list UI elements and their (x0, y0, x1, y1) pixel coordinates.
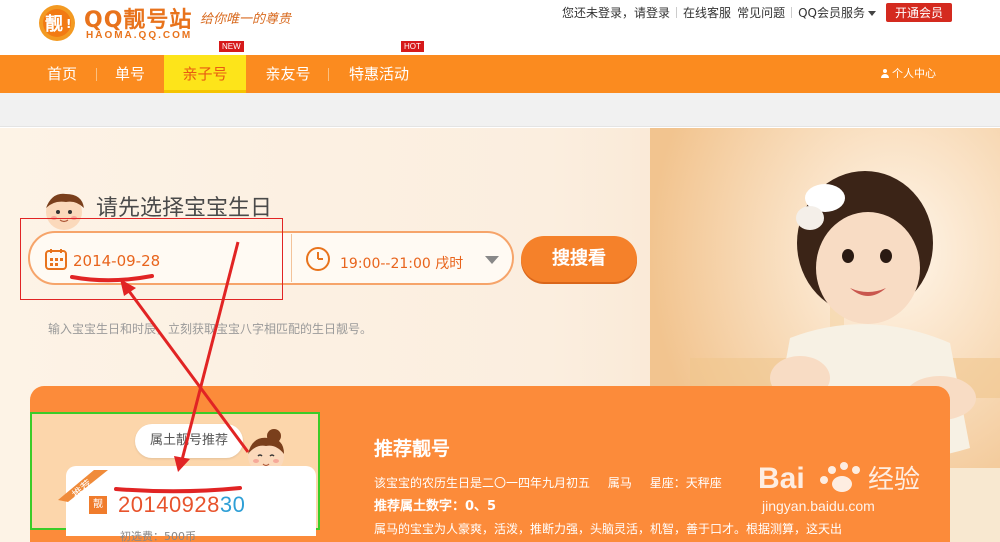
nav-item-family-friends[interactable]: 亲友号 (252, 55, 324, 93)
customer-service-link[interactable]: 在线客服 (683, 4, 731, 21)
liang-badge: 靓 (89, 496, 107, 514)
nav-item-home[interactable]: 首页 (30, 55, 94, 93)
recommend-speech-bubble: 属土靓号推荐 (135, 424, 243, 458)
watermark-url: jingyan.baidu.com (762, 498, 875, 514)
search-button[interactable]: 搜搜看 (521, 236, 637, 282)
selection-fee: 初选费：500币 (120, 530, 196, 542)
user-icon (881, 69, 889, 78)
birthday-info-line: 该宝宝的农历生日是二〇一四年九月初五 属马 星座：天秤座 (374, 474, 722, 491)
logo-domain: HAOMA.QQ.COM (86, 30, 193, 41)
vip-service-label: QQ会员服务 (798, 6, 865, 20)
login-link[interactable]: 您还未登录，请登录 (562, 4, 670, 21)
divider (676, 7, 678, 18)
new-badge: NEW (219, 41, 244, 52)
open-vip-button[interactable]: 开通会员 (885, 3, 952, 22)
chevron-down-icon[interactable] (485, 256, 499, 264)
clock-icon[interactable] (305, 246, 331, 272)
watermark-brand-cn: 经验 (868, 465, 920, 495)
gray-spacer (0, 93, 1000, 127)
zodiac-description: 属马的宝宝为人豪爽，活泼，推断力强，头脑灵活，机智，善于口才。根据测算，这天出 (374, 522, 843, 536)
personal-center-label: 个人中心 (892, 67, 936, 80)
main-nav: 首页 单号 亲子号 亲友号 特惠活动 个人中心 (0, 55, 1000, 93)
divider (791, 7, 793, 18)
nav-item-single[interactable]: 单号 (98, 55, 162, 93)
top-links: 您还未登录，请登录 在线客服 常见问题 QQ会员服务 开通会员 (562, 3, 952, 22)
nav-divider (328, 68, 329, 81)
hot-badge: HOT (401, 41, 424, 52)
search-divider (291, 234, 292, 282)
birth-hour-select[interactable]: 19:00--21:00 戌时 (340, 253, 463, 273)
lucky-digits: 推荐属土数字：0、5 (374, 499, 497, 514)
recommend-title: 推荐靓号 (374, 438, 451, 460)
annotation-highlight-date (20, 218, 283, 300)
svg-text:靓: 靓 (45, 13, 63, 35)
watermark-brand: Bai (758, 462, 805, 495)
chevron-down-icon (867, 11, 876, 16)
number-main: 20140928 (118, 492, 220, 517)
nav-divider (96, 68, 97, 81)
faq-link[interactable]: 常见问题 (737, 4, 785, 21)
svg-text:!: ! (66, 17, 71, 31)
personal-center-link[interactable]: 个人中心 (881, 55, 936, 93)
vip-service-menu[interactable]: QQ会员服务 (798, 4, 876, 21)
nav-item-special-offers[interactable]: 特惠活动 (334, 55, 424, 93)
liang-logo-icon[interactable]: 靓 ! (36, 2, 78, 42)
constellation: 星座：天秤座 (649, 476, 722, 490)
search-hint: 输入宝宝生日和时辰，立刻获取宝宝八字相匹配的生日靓号。 (48, 322, 373, 336)
site-header: 靓 ! QQ靓号站 HAOMA.QQ.COM 给你唯一的尊贵 您还未登录，请登录… (0, 0, 1000, 55)
recommended-qq-number[interactable]: 2014092830 (118, 492, 245, 518)
lunar-birthday: 该宝宝的农历生日是二〇一四年九月初五 (374, 476, 591, 490)
logo-slogan: 给你唯一的尊贵 (200, 12, 292, 27)
nav-item-parent-child[interactable]: 亲子号 (164, 55, 246, 93)
zodiac: 属马 (607, 476, 632, 490)
number-tail: 30 (219, 492, 246, 517)
